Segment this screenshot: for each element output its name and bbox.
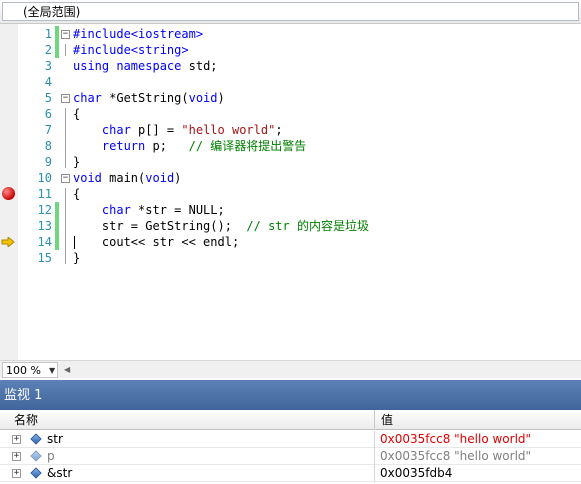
column-divider bbox=[374, 465, 375, 482]
line-number: 2 bbox=[44, 43, 52, 57]
line-number: 3 bbox=[44, 59, 52, 73]
change-marker bbox=[55, 234, 59, 250]
code-text: cout<< str << endl; bbox=[73, 235, 240, 249]
watch-window-titlebar[interactable]: 监视 1 bbox=[0, 380, 581, 410]
code-line[interactable]: 12 char *str = NULL; bbox=[0, 202, 581, 218]
line-number: 13 bbox=[37, 219, 52, 233]
line-number: 4 bbox=[44, 75, 52, 89]
code-line-current[interactable]: 14 cout<< str << endl; bbox=[0, 234, 581, 250]
collapse-icon[interactable]: − bbox=[61, 94, 70, 103]
column-divider bbox=[374, 431, 375, 448]
watch-variable-value[interactable]: 0x0035fcc8 "hello world" bbox=[380, 433, 531, 446]
line-number: 6 bbox=[44, 107, 52, 121]
code-line[interactable]: 8 return p; // 编译器将提出警告 bbox=[0, 138, 581, 154]
code-text: } bbox=[73, 251, 81, 265]
scope-dropdown[interactable]: (全局范围) bbox=[2, 2, 579, 21]
code-text: } bbox=[73, 155, 81, 169]
chevron-down-icon[interactable]: ▼ bbox=[49, 364, 55, 377]
code-line[interactable]: 7 char p[] = "hello world"; bbox=[0, 122, 581, 138]
code-text: { bbox=[73, 107, 81, 121]
variable-icon bbox=[30, 467, 42, 479]
column-divider bbox=[374, 448, 375, 465]
expand-icon[interactable]: + bbox=[12, 452, 21, 461]
code-text: str = GetString(); // str 的内容是垃圾 bbox=[73, 219, 369, 233]
execution-arrow-icon bbox=[1, 237, 15, 247]
value-column-header[interactable]: 值 bbox=[381, 413, 393, 427]
code-line[interactable]: 4 bbox=[0, 74, 581, 90]
watch-column-header: 名称 值 bbox=[0, 410, 581, 430]
code-text: return p; // 编译器将提出警告 bbox=[101, 139, 307, 153]
name-column-header[interactable]: 名称 bbox=[14, 413, 38, 427]
change-marker bbox=[55, 202, 59, 218]
code-text: #include<string> bbox=[73, 43, 189, 57]
watch-window-title: 监视 1 bbox=[4, 388, 43, 403]
breakpoint-icon[interactable] bbox=[2, 187, 15, 200]
watch-variable-name[interactable]: &str bbox=[47, 467, 72, 480]
code-line[interactable]: 10 − void main(void) bbox=[0, 170, 581, 186]
expand-icon[interactable]: + bbox=[12, 435, 21, 444]
watch-variable-name[interactable]: p bbox=[47, 450, 55, 463]
line-number: 9 bbox=[44, 155, 52, 169]
code-text: { bbox=[73, 187, 81, 201]
change-marker bbox=[55, 42, 59, 58]
scope-label: (全局范围) bbox=[23, 5, 81, 19]
code-line[interactable]: 13 str = GetString(); // str 的内容是垃圾 bbox=[0, 218, 581, 234]
code-text: char p[] = "hello world"; bbox=[101, 123, 283, 137]
code-text: void main(void) bbox=[73, 171, 182, 185]
watch-row[interactable]: + str 0x0035fcc8 "hello world" bbox=[0, 431, 581, 448]
code-editor[interactable]: 1 − #include<iostream> 2 #include<string… bbox=[0, 24, 581, 360]
line-number: 1 bbox=[44, 27, 52, 41]
watch-variable-value[interactable]: 0x0035fcc8 "hello world" bbox=[380, 450, 531, 463]
code-line[interactable]: 2 #include<string> bbox=[0, 42, 581, 58]
code-line[interactable]: 3 using namespace std; bbox=[0, 58, 581, 74]
code-line[interactable]: 5 − char *GetString(void) bbox=[0, 90, 581, 106]
variable-icon bbox=[30, 433, 42, 445]
line-number: 12 bbox=[37, 203, 52, 217]
code-line[interactable]: 9 } bbox=[0, 154, 581, 170]
line-number: 10 bbox=[37, 171, 52, 185]
variable-icon bbox=[30, 450, 42, 462]
expand-icon[interactable]: + bbox=[12, 469, 21, 478]
code-line[interactable]: 15 } bbox=[0, 250, 581, 266]
line-number: 8 bbox=[44, 139, 52, 153]
editor-status-bar: 100 % ▼ ◀ bbox=[0, 360, 581, 378]
code-text: char *GetString(void) bbox=[73, 91, 225, 105]
change-marker bbox=[55, 26, 59, 42]
code-line[interactable]: 6 { bbox=[0, 106, 581, 122]
change-marker bbox=[55, 218, 59, 234]
line-number: 11 bbox=[37, 187, 52, 201]
code-text: char *str = NULL; bbox=[101, 203, 225, 217]
zoom-value: 100 % bbox=[6, 364, 41, 377]
code-line[interactable]: 11 { bbox=[0, 186, 581, 202]
watch-row[interactable]: + &str 0x0035fdb4 bbox=[0, 465, 581, 482]
line-number: 7 bbox=[44, 123, 52, 137]
watch-variable-name[interactable]: str bbox=[47, 433, 63, 446]
code-text: #include<iostream> bbox=[73, 27, 204, 41]
watch-row[interactable]: + p 0x0035fcc8 "hello world" bbox=[0, 448, 581, 465]
line-number: 5 bbox=[44, 91, 52, 105]
collapse-icon[interactable]: − bbox=[61, 30, 70, 39]
watch-variable-value[interactable]: 0x0035fdb4 bbox=[380, 467, 452, 480]
navigation-bar: (全局范围) bbox=[0, 0, 581, 24]
scroll-left-icon[interactable]: ◀ bbox=[64, 363, 70, 377]
collapse-icon[interactable]: − bbox=[61, 174, 70, 183]
code-line[interactable]: 1 − #include<iostream> bbox=[0, 26, 581, 42]
code-text: using namespace std; bbox=[73, 59, 218, 73]
zoom-dropdown[interactable]: 100 % ▼ bbox=[2, 362, 58, 378]
line-number: 14 bbox=[37, 235, 52, 249]
line-number: 15 bbox=[37, 251, 52, 265]
column-divider[interactable] bbox=[374, 410, 375, 430]
